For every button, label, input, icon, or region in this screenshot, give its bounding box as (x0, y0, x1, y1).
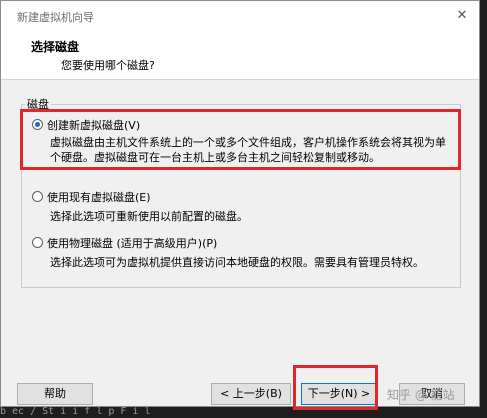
radio-use-physical-disk[interactable] (32, 237, 43, 248)
wizard-header: 选择磁盘 您要使用哪个磁盘? (1, 31, 479, 80)
close-icon[interactable]: ✕ (453, 7, 471, 25)
window-title: 新建虚拟机向导 (17, 11, 94, 24)
option-use-existing-disk-label[interactable]: 使用现有虚拟磁盘(E) (47, 189, 151, 205)
highlight-box-create-new-disk (20, 109, 461, 170)
background-terminal-bottom-line: b ec / St i i f l p F i l (0, 406, 151, 417)
option-use-existing-disk-description: 选择此选项可重新使用以前配置的磁盘。 (50, 210, 248, 223)
page-subtitle: 您要使用哪个磁盘? (61, 59, 155, 72)
back-button[interactable]: < 上一步(B) (211, 383, 291, 405)
help-button[interactable]: 帮助 (17, 383, 93, 405)
highlight-box-next-button (293, 365, 378, 410)
watermark-text: 知乎 @ 能站 (387, 388, 455, 402)
title-bar: 新建虚拟机向导 ✕ (1, 1, 479, 31)
new-vm-wizard-dialog: 新建虚拟机向导 ✕ 选择磁盘 您要使用哪个磁盘? 磁盘 创建新虚拟磁盘(V) 虚… (0, 0, 480, 407)
option-use-physical-disk-description: 选择此选项可为虚拟机提供直接访问本地硬盘的权限。需要具有管理员特权。 (50, 256, 424, 269)
page-title: 选择磁盘 (31, 40, 80, 54)
option-use-physical-disk-label[interactable]: 使用物理磁盘 (适用于高级用户)(P) (47, 235, 217, 251)
radio-use-existing-disk[interactable] (32, 191, 43, 202)
